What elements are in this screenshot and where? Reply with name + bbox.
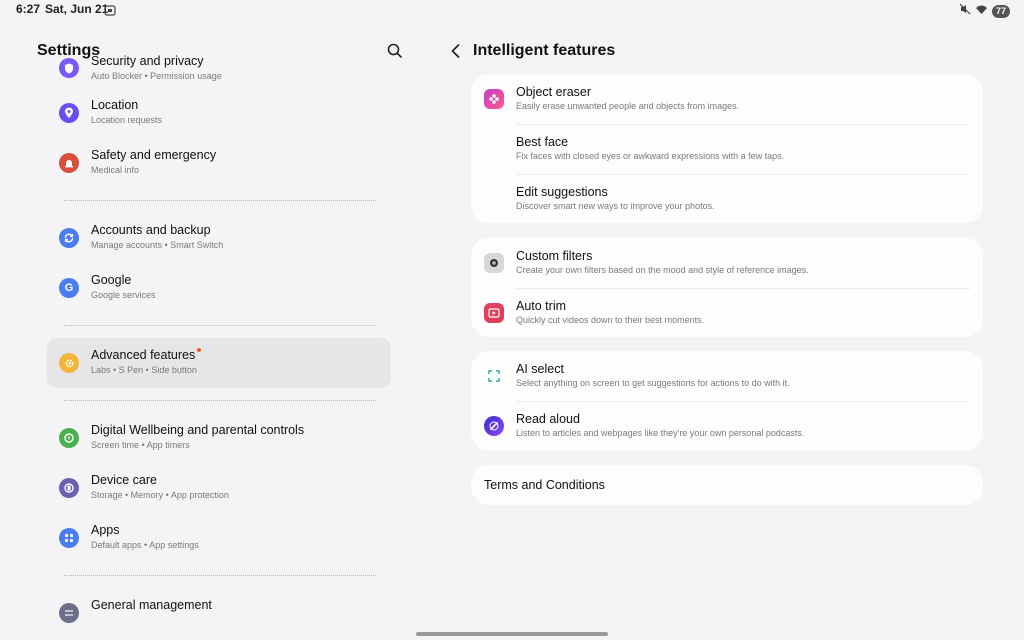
terms-and-conditions-link[interactable]: Terms and Conditions bbox=[471, 465, 983, 505]
gear-plus-icon bbox=[59, 353, 79, 373]
feature-title: Edit suggestions bbox=[516, 185, 608, 199]
settings-item-digital-wellbeing[interactable]: Digital Wellbeing and parental controls … bbox=[47, 413, 391, 463]
feature-custom-filters[interactable]: Custom filters Create your own filters b… bbox=[471, 238, 983, 288]
object-eraser-icon bbox=[484, 89, 504, 109]
feature-best-face[interactable]: Best face Fix faces with closed eyes or … bbox=[471, 124, 983, 174]
wellbeing-icon bbox=[59, 428, 79, 448]
apps-grid-icon bbox=[59, 528, 79, 548]
ai-select-icon bbox=[484, 366, 504, 386]
settings-item-location[interactable]: Location Location requests bbox=[47, 88, 391, 138]
feature-card-photo: Object eraser Easily erase unwanted peop… bbox=[471, 74, 983, 223]
terms-label: Terms and Conditions bbox=[484, 478, 605, 492]
shield-icon bbox=[59, 58, 79, 78]
wifi-icon bbox=[975, 2, 988, 20]
chevron-left-icon bbox=[451, 44, 460, 58]
video-trim-icon bbox=[484, 303, 504, 323]
feature-title: Object eraser bbox=[516, 85, 592, 99]
settings-item-accounts-backup[interactable]: Accounts and backup Manage accounts • Sm… bbox=[47, 213, 391, 263]
status-icons: 77 bbox=[959, 2, 1010, 20]
mute-icon bbox=[959, 2, 971, 20]
settings-item-device-care[interactable]: Device care Storage • Memory • App prote… bbox=[47, 463, 391, 513]
device-care-icon bbox=[59, 478, 79, 498]
feature-auto-trim[interactable]: Auto trim Quickly cut videos down to the… bbox=[471, 288, 983, 338]
feature-ai-select[interactable]: AI select Select anything on screen to g… bbox=[471, 351, 983, 401]
settings-item-google[interactable]: G Google Google services bbox=[47, 263, 391, 313]
divider bbox=[47, 388, 391, 413]
settings-item-security-privacy[interactable]: Security and privacy Auto Blocker • Perm… bbox=[47, 50, 391, 88]
settings-item-advanced-features[interactable]: Advanced features Labs • S Pen • Side bu… bbox=[47, 338, 391, 388]
feature-title: Read aloud bbox=[516, 412, 580, 426]
item-title: Digital Wellbeing and parental controls bbox=[91, 423, 305, 437]
item-title: Apps bbox=[91, 523, 120, 537]
feature-title: AI select bbox=[516, 362, 564, 376]
feature-subtitle: Quickly cut videos down to their best mo… bbox=[516, 315, 705, 325]
google-icon: G bbox=[59, 278, 79, 298]
feature-subtitle: Create your own filters based on the moo… bbox=[516, 265, 809, 275]
feature-title: Custom filters bbox=[516, 249, 593, 263]
read-aloud-icon bbox=[484, 416, 504, 436]
item-title: Safety and emergency bbox=[91, 148, 217, 162]
location-pin-icon bbox=[59, 103, 79, 123]
feature-subtitle: Fix faces with closed eyes or awkward ex… bbox=[516, 151, 785, 161]
item-subtitle: Medical info bbox=[91, 165, 140, 175]
feature-subtitle: Easily erase unwanted people and objects… bbox=[516, 101, 740, 111]
feature-title: Best face bbox=[516, 135, 569, 149]
feature-subtitle: Listen to articles and webpages like the… bbox=[516, 428, 805, 438]
feature-edit-suggestions[interactable]: Edit suggestions Discover smart new ways… bbox=[471, 174, 983, 224]
settings-list: Security and privacy Auto Blocker • Perm… bbox=[47, 54, 391, 638]
battery-indicator: 77 bbox=[991, 4, 1010, 18]
item-subtitle: Storage • Memory • App protection bbox=[91, 490, 229, 500]
item-title: Location bbox=[91, 98, 139, 112]
item-title: Google bbox=[91, 273, 132, 287]
item-title: Advanced features bbox=[91, 348, 196, 362]
item-subtitle: Default apps • App settings bbox=[91, 540, 199, 550]
divider bbox=[47, 563, 391, 588]
feature-subtitle: Select anything on screen to get suggest… bbox=[516, 378, 790, 388]
item-title: Device care bbox=[91, 473, 157, 487]
item-title-wrap: Advanced features bbox=[91, 348, 202, 362]
feature-card-media: Custom filters Create your own filters b… bbox=[471, 238, 983, 337]
settings-item-general-management[interactable]: General management bbox=[47, 588, 391, 638]
detail-title: Intelligent features bbox=[473, 42, 616, 59]
siren-icon bbox=[59, 153, 79, 173]
sync-icon bbox=[59, 228, 79, 248]
item-subtitle: Labs • S Pen • Side button bbox=[91, 365, 197, 375]
feature-object-eraser[interactable]: Object eraser Easily erase unwanted peop… bbox=[471, 74, 983, 124]
item-subtitle: Auto Blocker • Permission usage bbox=[91, 71, 222, 81]
feature-card-assist: AI select Select anything on screen to g… bbox=[471, 351, 983, 451]
item-title: General management bbox=[91, 598, 212, 612]
feature-subtitle: Discover smart new ways to improve your … bbox=[516, 201, 715, 211]
item-subtitle: Screen time • App timers bbox=[91, 440, 190, 450]
item-subtitle: Manage accounts • Smart Switch bbox=[91, 240, 224, 250]
camera-filter-icon bbox=[484, 253, 504, 273]
settings-item-safety-emergency[interactable]: Safety and emergency Medical info bbox=[47, 138, 391, 188]
new-badge-dot bbox=[197, 348, 202, 352]
item-subtitle: Google services bbox=[91, 290, 156, 300]
item-title: Accounts and backup bbox=[91, 223, 211, 237]
divider bbox=[47, 188, 391, 213]
settings-pane: Settings Security and privacy Auto Block… bbox=[0, 0, 430, 640]
back-button[interactable] bbox=[446, 41, 466, 61]
item-title: Security and privacy bbox=[91, 54, 204, 68]
feature-title: Auto trim bbox=[516, 299, 567, 313]
sliders-icon bbox=[59, 603, 79, 623]
settings-item-apps[interactable]: Apps Default apps • App settings bbox=[47, 513, 391, 563]
item-subtitle: Location requests bbox=[91, 115, 163, 125]
feature-read-aloud[interactable]: Read aloud Listen to articles and webpag… bbox=[471, 401, 983, 451]
gesture-home-bar[interactable] bbox=[416, 632, 608, 636]
divider bbox=[47, 313, 391, 338]
